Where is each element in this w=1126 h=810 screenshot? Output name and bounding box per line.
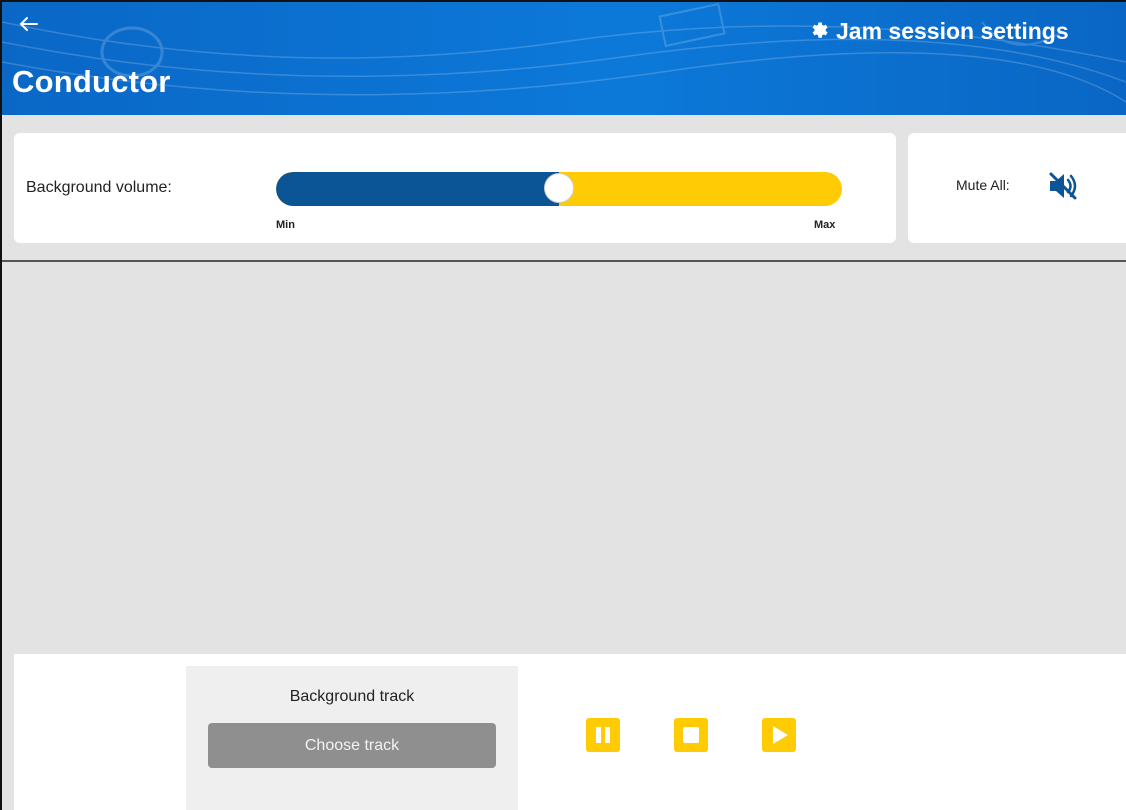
- slider-min-label: Min: [276, 219, 295, 231]
- background-volume-label: Background volume:: [26, 179, 172, 196]
- slider-thumb[interactable]: [544, 173, 574, 203]
- mute-all-label: Mute All:: [956, 177, 1010, 193]
- back-button[interactable]: [16, 12, 48, 40]
- back-arrow-icon: [19, 17, 38, 31]
- mute-card: Mute All:: [908, 133, 1126, 243]
- mute-all-button[interactable]: [1046, 169, 1080, 203]
- settings-panel-area: Background volume: Min Max Mute All:: [2, 115, 1126, 262]
- app-window: Conductor Jam session settings Backgroun…: [0, 0, 1126, 810]
- background-track-title: Background track: [289, 688, 415, 705]
- gear-icon: [812, 22, 828, 38]
- play-icon: [773, 726, 788, 744]
- settings-label: Jam session settings: [836, 17, 1069, 44]
- play-button[interactable]: [762, 718, 796, 752]
- page-title: Conductor: [12, 64, 171, 99]
- background-track-card: Background track Choose track: [186, 666, 518, 810]
- pause-button[interactable]: [586, 718, 620, 752]
- slider-fill: [276, 172, 559, 206]
- header-bar: Conductor Jam session settings: [2, 2, 1126, 115]
- speaker-muted-icon: [1049, 172, 1077, 200]
- slider-max-label: Max: [814, 219, 836, 231]
- volume-card: Background volume: Min Max: [14, 133, 896, 243]
- stop-button[interactable]: [674, 718, 708, 752]
- jam-session-settings-button[interactable]: Jam session settings: [808, 14, 1069, 48]
- background-volume-slider[interactable]: [276, 172, 842, 206]
- stop-icon: [683, 727, 699, 743]
- choose-track-button[interactable]: Choose track: [208, 723, 496, 768]
- playback-controls-area: Background track Choose track: [14, 654, 1126, 810]
- pause-icon: [596, 727, 610, 743]
